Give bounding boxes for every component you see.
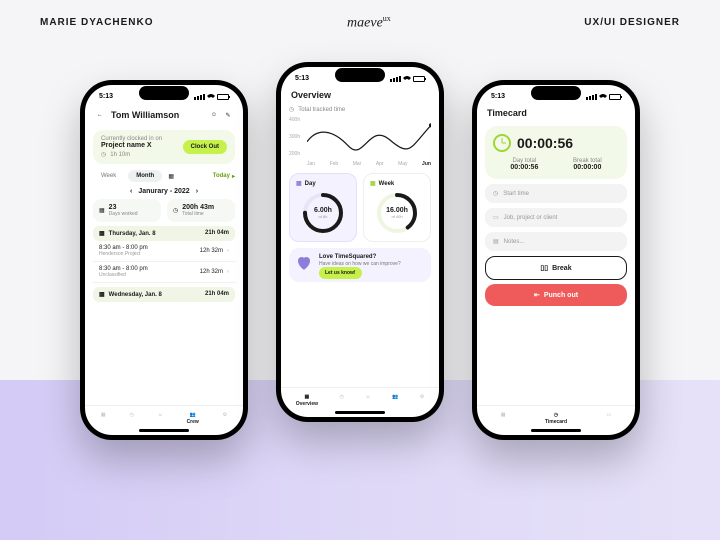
home-indicator (531, 429, 581, 432)
timer-card: 00:00:56 Day total00:00:56 Break total00… (485, 126, 627, 179)
day-header[interactable]: ▦ Thursday, Jan. 8 21h 04m (93, 226, 235, 241)
brand-logo: maeveux (347, 14, 391, 32)
calendar-icon: ▦ (99, 207, 105, 214)
nav-item[interactable]: ▦ (501, 412, 506, 425)
feedback-button[interactable]: Let us know! (319, 267, 362, 279)
clock-icon: ◷ (289, 106, 294, 113)
page-title: Timecard (485, 104, 627, 122)
nav-item[interactable]: ☺ (158, 412, 163, 425)
promo-title: Love TimeSquared? (319, 254, 425, 260)
clock-icon: ◷ (493, 190, 498, 197)
tab-week[interactable]: Week (93, 170, 124, 182)
grid-icon: ▦ (305, 394, 310, 400)
today-button[interactable]: Today ▸ (213, 173, 235, 180)
ring-week[interactable]: ▦Week 16.00hof 40h (363, 173, 431, 242)
nav-item[interactable]: ◷ (129, 412, 133, 425)
nav-timecard[interactable]: ◷Timecard (545, 412, 567, 425)
folder-icon: ▭ (493, 214, 499, 221)
x-axis-labels: JanFebMarAprMayJun (289, 161, 431, 167)
period-selector[interactable]: ‹ Janurary - 2022 › (93, 188, 235, 195)
nav-item[interactable]: ⚙ (420, 394, 424, 407)
break-button[interactable]: ▯▯Break (485, 256, 627, 280)
phone-timecard: 5:13 Timecard 00:00:56 Day total00:00:56… (472, 80, 640, 440)
heart-icon (295, 254, 313, 272)
elapsed-time: 00:00:56 (517, 135, 573, 151)
clockin-project: Project name X (101, 142, 162, 149)
day-header[interactable]: ▦ Wednesday, Jan. 8 21h 04m (93, 287, 235, 302)
tracked-label: Total tracked time (298, 107, 345, 113)
phone-crew: 5:13 ← Tom Williamson ☺ ✎ (80, 80, 248, 440)
feedback-card: Love TimeSquared? Have ideas on how we c… (289, 248, 431, 282)
role-label: UX/UI DESIGNER (584, 17, 680, 28)
pause-icon: ▯▯ (540, 264, 548, 272)
edit-icon[interactable]: ✎ (223, 110, 233, 120)
logout-icon: ⇤ (534, 291, 540, 299)
chevron-right-icon: › (227, 269, 229, 275)
calendar-icon: ▦ (99, 291, 105, 298)
clock-icon: ◷ (554, 412, 558, 418)
home-indicator (335, 411, 385, 414)
clock-icon: ◷ (101, 151, 106, 158)
people-icon: 👥 (190, 412, 196, 418)
stat-total: ◷200h 43mTotal time (167, 199, 235, 222)
home-indicator (139, 429, 189, 432)
nav-item[interactable]: ☺ (365, 394, 370, 407)
range-tabs: Week Month ▦ Today ▸ (93, 170, 235, 182)
calendar-icon: ▦ (296, 180, 302, 187)
profile-header: ← Tom Williamson ☺ ✎ (93, 104, 235, 126)
project-field[interactable]: ▭Job, project or client (485, 208, 627, 227)
chevron-left-icon[interactable]: ‹ (130, 188, 132, 195)
notes-field[interactable]: ▤Notes... (485, 232, 627, 251)
time-entry[interactable]: 8:30 am - 8:00 pmUnclassified 12h 32m› (93, 262, 235, 283)
nav-item[interactable]: 👥 (392, 394, 398, 407)
clockout-button[interactable]: Clock Out (183, 140, 227, 154)
notch (335, 68, 385, 82)
page-title: Overview (289, 86, 431, 104)
calendar-icon: ▦ (370, 180, 376, 187)
nav-item[interactable]: ◷ (340, 394, 344, 407)
clockin-card: Currently clocked in on Project name X ◷… (93, 130, 235, 164)
phone-mockups: 5:13 ← Tom Williamson ☺ ✎ (0, 80, 720, 440)
calendar-icon: ▦ (99, 230, 105, 237)
user-name: Tom Williamson (109, 106, 181, 124)
start-time-field[interactable]: ◷Start time (485, 184, 627, 203)
tracked-chart: 400h300h200h (289, 117, 431, 157)
ring-day[interactable]: ▦Day 6.00hof 8h (289, 173, 357, 242)
tab-month[interactable]: Month (128, 170, 162, 182)
phone-overview: 5:13 Overview ◷Total tracked time 400h30… (276, 62, 444, 422)
notch (531, 86, 581, 100)
author-name: MARIE DYACHENKO (40, 17, 154, 28)
back-icon[interactable]: ← (95, 110, 105, 120)
nav-item[interactable]: ▦ (101, 412, 106, 425)
calendar-icon[interactable]: ▦ (166, 171, 176, 181)
clock-icon (493, 134, 511, 152)
nav-item[interactable]: ⚙ (223, 412, 227, 425)
nav-item[interactable]: ▭ (607, 412, 612, 425)
nav-crew[interactable]: 👥Crew (187, 412, 199, 425)
chevron-right-icon: › (227, 248, 229, 254)
smile-icon[interactable]: ☺ (209, 110, 219, 120)
page-header: MARIE DYACHENKO maeveux UX/UI DESIGNER (0, 14, 720, 32)
notch (139, 86, 189, 100)
chevron-right-icon[interactable]: › (196, 188, 198, 195)
time-entry[interactable]: 8:30 am - 8:00 pmHenderson Project 12h 3… (93, 241, 235, 262)
nav-overview[interactable]: ▦Overview (296, 394, 318, 407)
stat-days: ▦23Days worked (93, 199, 161, 222)
punchout-button[interactable]: ⇤Punch out (485, 284, 627, 306)
note-icon: ▤ (493, 238, 499, 245)
clock-icon: ◷ (173, 207, 178, 214)
